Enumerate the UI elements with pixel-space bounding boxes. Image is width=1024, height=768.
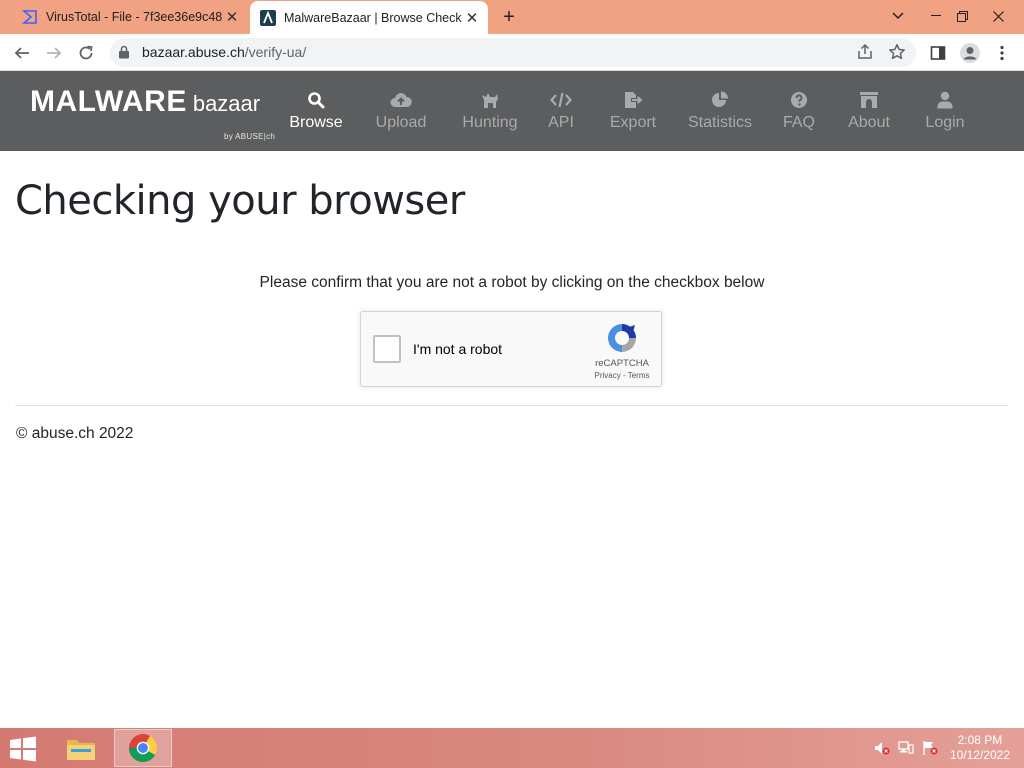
brand-name: MALWARE	[30, 85, 187, 118]
tab-title: MalwareBazaar | Browse Checkin	[284, 10, 462, 25]
file-explorer-icon	[67, 740, 95, 760]
user-icon	[937, 90, 953, 110]
nav-label: Upload	[375, 114, 427, 131]
code-icon	[550, 90, 572, 110]
tab-virustotal[interactable]: VirusTotal - File - 7f3ee36e9c480 ✕	[12, 0, 248, 34]
volume-muted-icon[interactable]	[874, 740, 890, 756]
tab-search-icon[interactable]	[880, 0, 916, 32]
file-explorer-button[interactable]	[52, 729, 110, 767]
clock-time: 2:08 PM	[957, 733, 1003, 747]
malwarebazaar-icon	[260, 9, 276, 26]
file-export-icon	[623, 90, 643, 110]
recaptcha-widget: I'm not a robot reCAPTCHA Privacy - Term…	[360, 311, 662, 387]
network-icon[interactable]	[898, 740, 914, 756]
nav-label: Hunting	[462, 114, 518, 131]
browser-menu-button[interactable]	[988, 39, 1016, 67]
bookmark-star-icon[interactable]	[888, 43, 906, 61]
nav-label: API	[548, 114, 574, 131]
side-panel-icon	[930, 46, 946, 60]
arrow-right-icon	[47, 47, 62, 59]
hunting-dog-icon	[481, 90, 499, 110]
pie-chart-icon	[711, 90, 729, 110]
chrome-taskbar-button[interactable]	[114, 729, 172, 767]
footer-copyright: © abuse.ch 2022	[16, 425, 134, 442]
reload-button[interactable]	[72, 39, 100, 67]
taskbar: 2:08 PM 10/12/2022	[0, 728, 1024, 768]
nav-label: Statistics	[688, 114, 753, 131]
footer-divider	[15, 405, 1008, 406]
site-logo[interactable]: MALWARE bazaar by ABUSE|ch	[30, 85, 275, 141]
side-panel-button[interactable]	[924, 39, 952, 67]
cloud-upload-icon	[390, 90, 412, 110]
action-center-flag-icon[interactable]	[922, 740, 938, 756]
nav-label: FAQ	[782, 114, 815, 131]
nav-label: About	[848, 114, 890, 131]
nav-about[interactable]: About	[846, 71, 892, 151]
nav-label: Browse	[289, 114, 343, 131]
nav-faq[interactable]: FAQ	[782, 71, 816, 151]
recaptcha-brand: reCAPTCHA	[595, 358, 649, 369]
forward-button[interactable]	[40, 39, 68, 67]
share-icon[interactable]	[856, 43, 874, 61]
nav-browse[interactable]: Browse	[289, 71, 343, 151]
system-clock[interactable]: 2:08 PM 10/12/2022	[950, 733, 1010, 763]
nav-login[interactable]: Login	[924, 71, 966, 151]
captcha-prompt: Please confirm that you are not a robot …	[259, 274, 765, 291]
restore-icon[interactable]	[944, 0, 980, 32]
recaptcha-checkbox[interactable]	[373, 335, 401, 363]
close-tab-icon[interactable]: ✕	[462, 8, 482, 28]
close-window-icon[interactable]	[980, 0, 1016, 32]
site-navbar: MALWARE bazaar by ABUSE|ch Browse Upload …	[0, 71, 1024, 151]
close-tab-icon[interactable]: ✕	[222, 7, 242, 27]
address-bar[interactable]: bazaar.abuse.ch/verify-ua/	[110, 38, 916, 67]
page-title: Checking your browser	[15, 178, 465, 224]
archway-icon	[859, 90, 879, 110]
nav-statistics[interactable]: Statistics	[688, 71, 752, 151]
tab-malwarebazaar[interactable]: MalwareBazaar | Browse Checkin ✕	[250, 1, 488, 34]
brand-byline: by ABUSE|ch	[224, 132, 276, 141]
arrow-left-icon	[14, 47, 29, 59]
brand-sub: bazaar	[192, 91, 261, 116]
nav-label: Export	[609, 114, 657, 131]
tab-title: VirusTotal - File - 7f3ee36e9c480	[46, 10, 222, 24]
profile-button[interactable]	[956, 39, 984, 67]
windows-start-icon[interactable]	[8, 736, 38, 762]
url-text: bazaar.abuse.ch/verify-ua/	[142, 44, 306, 60]
nav-export[interactable]: Export	[608, 71, 658, 151]
kebab-menu-icon	[1000, 45, 1004, 61]
chrome-icon	[129, 734, 157, 762]
clock-date: 10/12/2022	[949, 748, 1010, 762]
lock-icon	[119, 45, 129, 59]
browser-tab-strip: VirusTotal - File - 7f3ee36e9c480 ✕ Malw…	[0, 0, 1024, 34]
nav-hunting[interactable]: Hunting	[460, 71, 520, 151]
browser-toolbar: bazaar.abuse.ch/verify-ua/	[0, 34, 1024, 71]
nav-upload[interactable]: Upload	[374, 71, 428, 151]
back-button[interactable]	[8, 39, 36, 67]
nav-label: Login	[925, 114, 965, 131]
url-host: bazaar.abuse.ch	[142, 44, 245, 60]
search-icon	[307, 90, 325, 110]
new-tab-button[interactable]: +	[498, 6, 520, 28]
nav-api[interactable]: API	[546, 71, 576, 151]
reload-icon	[79, 45, 93, 60]
url-path: /verify-ua/	[244, 44, 307, 60]
recaptcha-links[interactable]: Privacy - Terms	[587, 371, 657, 380]
recaptcha-logo-icon	[608, 324, 636, 352]
avatar	[960, 43, 980, 63]
virustotal-icon	[22, 10, 37, 24]
question-circle-icon	[790, 90, 808, 110]
recaptcha-label: I'm not a robot	[413, 341, 503, 357]
